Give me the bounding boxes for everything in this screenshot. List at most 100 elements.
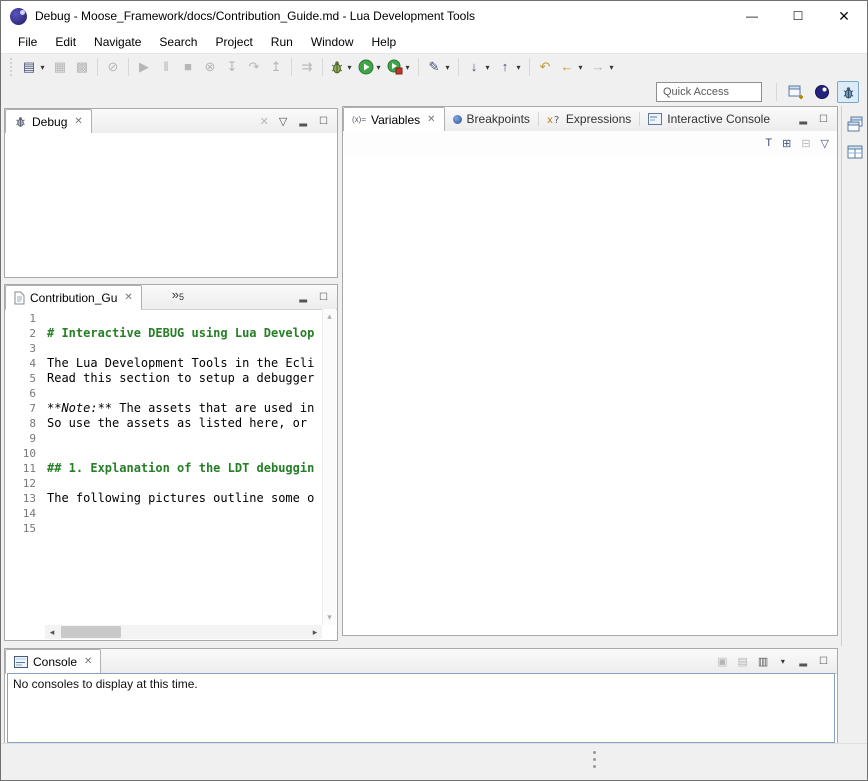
editor-line[interactable]: 14 — [5, 506, 322, 521]
toolbar-grip[interactable] — [10, 58, 15, 76]
chevron-down-icon[interactable]: ▾ — [443, 63, 452, 72]
last-edit-location-button[interactable]: ↶ — [534, 56, 556, 78]
menu-project[interactable]: Project — [206, 31, 261, 53]
menu-navigate[interactable]: Navigate — [85, 31, 150, 53]
editor-line[interactable]: 11## 1. Explanation of the LDT debuggin — [5, 461, 322, 476]
disconnect-button[interactable]: ⊗ — [199, 56, 221, 78]
minimize-view-icon[interactable]: ▂ — [799, 656, 807, 667]
window-maximize-button[interactable]: ☐ — [775, 1, 821, 31]
use-step-filters-button[interactable]: ⇉ — [296, 56, 318, 78]
editor-line[interactable]: 8So use the assets as listed here, or — [5, 416, 322, 431]
sash-drag-handle[interactable] — [593, 751, 597, 771]
external-tools-button[interactable]: ▾ — [385, 56, 414, 78]
save-button[interactable]: ▦ — [49, 56, 71, 78]
editor-line[interactable]: 9 — [5, 431, 322, 446]
minimized-view-stack-button[interactable] — [845, 142, 865, 162]
tab-close-icon[interactable]: ✕ — [74, 116, 82, 127]
lua-perspective-button[interactable] — [811, 81, 833, 103]
view-menu-icon[interactable]: ▽ — [279, 115, 287, 128]
console-output-area[interactable]: No consoles to display at this time. — [7, 673, 835, 743]
debug-button[interactable]: ▾ — [327, 56, 356, 78]
editor-line[interactable]: 3 — [5, 341, 322, 356]
maximize-view-icon[interactable]: ☐ — [319, 292, 328, 303]
minimize-view-icon[interactable]: ▂ — [299, 116, 307, 127]
editor-text-area[interactable]: 1 2# Interactive DEBUG using Lua Develop… — [5, 309, 322, 625]
quick-access-input[interactable]: Quick Access — [656, 82, 762, 102]
menu-help[interactable]: Help — [363, 31, 406, 53]
maximize-view-icon[interactable]: ☐ — [819, 114, 828, 125]
step-into-button[interactable]: ↧ — [221, 56, 243, 78]
tab-expressions[interactable]: x? Expressions — [539, 107, 639, 131]
step-return-button[interactable]: ↥ — [265, 56, 287, 78]
menu-run[interactable]: Run — [262, 31, 302, 53]
editor-vertical-scrollbar[interactable]: ▴ ▾ — [322, 309, 336, 625]
menu-file[interactable]: File — [9, 31, 46, 53]
editor-line[interactable]: 5Read this section to setup a debugger — [5, 371, 322, 386]
menu-window[interactable]: Window — [302, 31, 363, 53]
editor-line[interactable]: 4The Lua Development Tools in the Ecli — [5, 356, 322, 371]
tab-contribution-guide[interactable]: Contribution_Gu ✕ — [5, 285, 142, 310]
back-button[interactable]: ← ▾ — [556, 56, 587, 78]
view-menu-icon[interactable]: ▽ — [821, 137, 829, 150]
tab-debug[interactable]: Debug ✕ — [5, 109, 92, 134]
scroll-up-icon[interactable]: ▴ — [327, 311, 332, 322]
chevron-down-icon[interactable]: ▾ — [374, 63, 383, 72]
next-annotation-button[interactable]: ↓ ▾ — [463, 56, 494, 78]
tab-close-icon[interactable]: ✕ — [427, 114, 435, 125]
scroll-right-icon[interactable]: ▸ — [308, 627, 322, 638]
debug-perspective-button[interactable] — [837, 81, 859, 103]
chevron-down-icon[interactable]: ▾ — [607, 63, 616, 72]
tab-close-icon[interactable]: ✕ — [84, 656, 92, 667]
tab-console[interactable]: Console ✕ — [5, 649, 101, 674]
mark-occurrences-button[interactable]: ✎ ▾ — [423, 56, 454, 78]
editor-line[interactable]: 15 — [5, 521, 322, 536]
collapse-all-icon[interactable]: ⊟ — [801, 137, 810, 150]
tab-breakpoints[interactable]: Breakpoints — [445, 107, 538, 131]
scroll-left-icon[interactable]: ◂ — [45, 627, 59, 638]
chevron-down-icon[interactable]: ▾ — [514, 63, 523, 72]
suspend-button[interactable]: ‖ — [155, 56, 177, 78]
forward-button[interactable]: → ▾ — [587, 56, 618, 78]
show-logical-structures-icon[interactable]: ⊞ — [782, 137, 791, 150]
maximize-view-icon[interactable]: ☐ — [319, 116, 328, 127]
maximize-view-icon[interactable]: ☐ — [819, 656, 828, 667]
terminate-button[interactable]: ■ — [177, 56, 199, 78]
chevron-down-icon[interactable]: ▾ — [345, 63, 354, 72]
editor-line[interactable]: 7**Note:** The assets that are used in — [5, 401, 322, 416]
window-minimize-button[interactable]: — — [729, 1, 775, 31]
window-close-button[interactable]: ✕ — [821, 1, 867, 31]
pin-console-icon[interactable]: ▣ — [717, 655, 727, 668]
skip-all-breakpoints-button[interactable]: ⊘ — [102, 56, 124, 78]
scroll-down-icon[interactable]: ▾ — [327, 612, 332, 623]
chevron-down-icon[interactable]: ▾ — [38, 63, 47, 72]
minimize-view-icon[interactable]: ▂ — [799, 114, 807, 125]
tab-interactive-console[interactable]: Interactive Console — [640, 107, 778, 131]
chevron-down-icon[interactable]: ▾ — [403, 63, 412, 72]
open-perspective-button[interactable] — [785, 81, 807, 103]
remove-all-terminated-icon[interactable]: ✕ — [260, 115, 269, 128]
editor-line[interactable]: 1 — [5, 311, 322, 326]
editor-horizontal-scrollbar[interactable]: ◂ ▸ — [45, 625, 322, 639]
step-over-button[interactable]: ↷ — [243, 56, 265, 78]
minimize-view-icon[interactable]: ▂ — [299, 292, 307, 303]
run-button[interactable]: ▾ — [356, 56, 385, 78]
chevron-down-icon[interactable]: ▾ — [778, 657, 787, 666]
chevron-down-icon[interactable]: ▾ — [483, 63, 492, 72]
show-type-names-icon[interactable]: T — [765, 137, 772, 149]
scrollbar-thumb[interactable] — [61, 626, 121, 638]
menu-search[interactable]: Search — [150, 31, 206, 53]
editor-line[interactable]: 6 — [5, 386, 322, 401]
open-console-icon[interactable]: ▥ — [758, 655, 768, 668]
new-wizard-button[interactable]: ▤ ▾ — [18, 56, 49, 78]
editor-line[interactable]: 2# Interactive DEBUG using Lua Develop — [5, 326, 322, 341]
editor-line[interactable]: 10 — [5, 446, 322, 461]
chevron-down-icon[interactable]: ▾ — [576, 63, 585, 72]
menu-edit[interactable]: Edit — [46, 31, 85, 53]
display-selected-console-icon[interactable]: ▤ — [738, 655, 748, 668]
resume-button[interactable]: ▶ — [133, 56, 155, 78]
editor-overflow-chevron[interactable]: » 5 — [166, 285, 190, 309]
tab-variables[interactable]: (x)= Variables ✕ — [343, 107, 445, 132]
editor-line[interactable]: 13The following pictures outline some o — [5, 491, 322, 506]
save-all-button[interactable]: ▩ — [71, 56, 93, 78]
tab-close-icon[interactable]: ✕ — [124, 292, 132, 303]
